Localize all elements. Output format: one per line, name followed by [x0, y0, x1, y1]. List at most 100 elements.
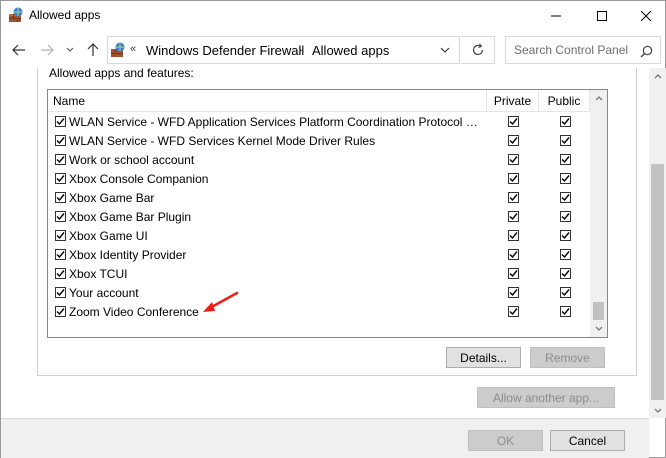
- app-name: Zoom Video Conference: [69, 305, 199, 319]
- list-item[interactable]: Work or school account: [48, 151, 590, 170]
- page-scrollbar[interactable]: [649, 68, 666, 418]
- private-checkbox[interactable]: [508, 211, 519, 222]
- list-item[interactable]: Xbox Game Bar Plugin: [48, 208, 590, 227]
- public-checkbox[interactable]: [560, 287, 571, 298]
- public-checkbox[interactable]: [560, 173, 571, 184]
- allowed-apps-list[interactable]: Name Private Public WLAN Service - WFD A…: [47, 89, 608, 338]
- public-checkbox[interactable]: [560, 230, 571, 241]
- chevron-down-icon: [595, 326, 602, 331]
- navigation-bar: « Windows Defender Firewall › Allowed ap…: [1, 32, 665, 68]
- window-title: Allowed apps: [29, 8, 101, 22]
- cancel-button[interactable]: Cancel: [550, 430, 625, 451]
- search-box[interactable]: Search Control Panel: [505, 36, 661, 64]
- app-name: WLAN Service - WFD Application Services …: [69, 115, 481, 129]
- public-checkbox[interactable]: [560, 135, 571, 146]
- private-checkbox[interactable]: [508, 268, 519, 279]
- list-header: Name Private Public: [48, 90, 590, 112]
- remove-button[interactable]: Remove: [530, 347, 605, 368]
- close-button[interactable]: [623, 1, 666, 31]
- search-icon[interactable]: [636, 41, 656, 61]
- list-rows: WLAN Service - WFD Application Services …: [48, 113, 590, 322]
- private-checkbox[interactable]: [508, 154, 519, 165]
- app-enabled-checkbox[interactable]: [55, 268, 66, 279]
- public-checkbox[interactable]: [560, 116, 571, 127]
- maximize-icon: [597, 11, 607, 21]
- list-item[interactable]: WLAN Service - WFD Services Kernel Mode …: [48, 132, 590, 151]
- list-item[interactable]: WLAN Service - WFD Application Services …: [48, 113, 590, 132]
- list-item[interactable]: Xbox Game UI: [48, 227, 590, 246]
- breadcrumb-firewall[interactable]: Windows Defender Firewall: [146, 43, 304, 58]
- close-icon: [641, 11, 651, 21]
- chevron-down-icon: [66, 47, 74, 52]
- breadcrumb-allowed-apps[interactable]: Allowed apps: [312, 43, 389, 58]
- breadcrumb-separator[interactable]: ›: [298, 42, 302, 57]
- allowed-apps-window: Allowed apps « Windows Defender Firewall…: [0, 0, 666, 458]
- allow-another-app-button[interactable]: Allow another app...: [477, 387, 615, 408]
- private-checkbox[interactable]: [508, 135, 519, 146]
- private-checkbox[interactable]: [508, 116, 519, 127]
- app-enabled-checkbox[interactable]: [55, 306, 66, 317]
- private-checkbox[interactable]: [508, 173, 519, 184]
- column-header-name[interactable]: Name: [53, 90, 483, 112]
- app-enabled-checkbox[interactable]: [55, 135, 66, 146]
- search-placeholder[interactable]: Search Control Panel: [514, 43, 628, 57]
- private-checkbox[interactable]: [508, 249, 519, 260]
- list-item[interactable]: Your account: [48, 284, 590, 303]
- app-enabled-checkbox[interactable]: [55, 173, 66, 184]
- public-checkbox[interactable]: [560, 268, 571, 279]
- address-dropdown-button[interactable]: [436, 43, 454, 57]
- public-checkbox[interactable]: [560, 249, 571, 260]
- chevron-down-icon: [654, 408, 661, 413]
- address-bar[interactable]: « Windows Defender Firewall › Allowed ap…: [107, 36, 460, 64]
- list-scroll-thumb[interactable]: [593, 302, 604, 320]
- public-checkbox[interactable]: [560, 306, 571, 317]
- app-name: Xbox TCUI: [69, 267, 128, 281]
- breadcrumb-overflow[interactable]: «: [130, 43, 136, 55]
- content-area: Allowed apps and features: Name Private …: [1, 68, 649, 458]
- list-item[interactable]: Xbox Console Companion: [48, 170, 590, 189]
- app-enabled-checkbox[interactable]: [55, 287, 66, 298]
- list-item[interactable]: Xbox TCUI: [48, 265, 590, 284]
- list-scroll-up-button[interactable]: [590, 90, 607, 107]
- back-button[interactable]: [9, 40, 29, 60]
- public-checkbox[interactable]: [560, 211, 571, 222]
- private-checkbox[interactable]: [508, 192, 519, 203]
- app-name: Xbox Game Bar Plugin: [69, 210, 192, 224]
- scroll-down-button[interactable]: [649, 402, 666, 418]
- chevron-down-icon: [440, 47, 450, 53]
- app-enabled-checkbox[interactable]: [55, 154, 66, 165]
- refresh-icon: [472, 43, 483, 56]
- public-checkbox[interactable]: [560, 154, 571, 165]
- details-button[interactable]: Details...: [446, 347, 521, 368]
- app-name: Xbox Console Companion: [69, 172, 209, 186]
- scroll-thumb[interactable]: [651, 164, 664, 400]
- private-checkbox[interactable]: [508, 306, 519, 317]
- list-scrollbar[interactable]: [590, 90, 607, 337]
- column-header-public[interactable]: Public: [538, 90, 590, 112]
- public-checkbox[interactable]: [560, 192, 571, 203]
- list-item[interactable]: Zoom Video Conference: [48, 303, 590, 322]
- list-item[interactable]: Xbox Game Bar: [48, 189, 590, 208]
- private-checkbox[interactable]: [508, 287, 519, 298]
- scroll-up-button[interactable]: [649, 68, 666, 84]
- column-header-private[interactable]: Private: [486, 90, 538, 112]
- app-enabled-checkbox[interactable]: [55, 249, 66, 260]
- app-enabled-checkbox[interactable]: [55, 116, 66, 127]
- minimize-button[interactable]: [533, 1, 579, 31]
- app-enabled-checkbox[interactable]: [55, 230, 66, 241]
- app-name: Work or school account: [69, 153, 195, 167]
- private-checkbox[interactable]: [508, 230, 519, 241]
- refresh-button[interactable]: [461, 36, 495, 64]
- app-enabled-checkbox[interactable]: [55, 211, 66, 222]
- app-name: Xbox Game UI: [69, 229, 148, 243]
- chevron-up-icon: [654, 73, 661, 78]
- app-name: Xbox Identity Provider: [69, 248, 187, 262]
- forward-button[interactable]: [37, 40, 57, 60]
- list-item[interactable]: Xbox Identity Provider: [48, 246, 590, 265]
- ok-button[interactable]: OK: [468, 430, 543, 451]
- maximize-button[interactable]: [579, 1, 625, 31]
- app-enabled-checkbox[interactable]: [55, 192, 66, 203]
- up-button[interactable]: [83, 40, 103, 60]
- list-scroll-down-button[interactable]: [590, 320, 607, 337]
- recent-locations-button[interactable]: [63, 40, 77, 60]
